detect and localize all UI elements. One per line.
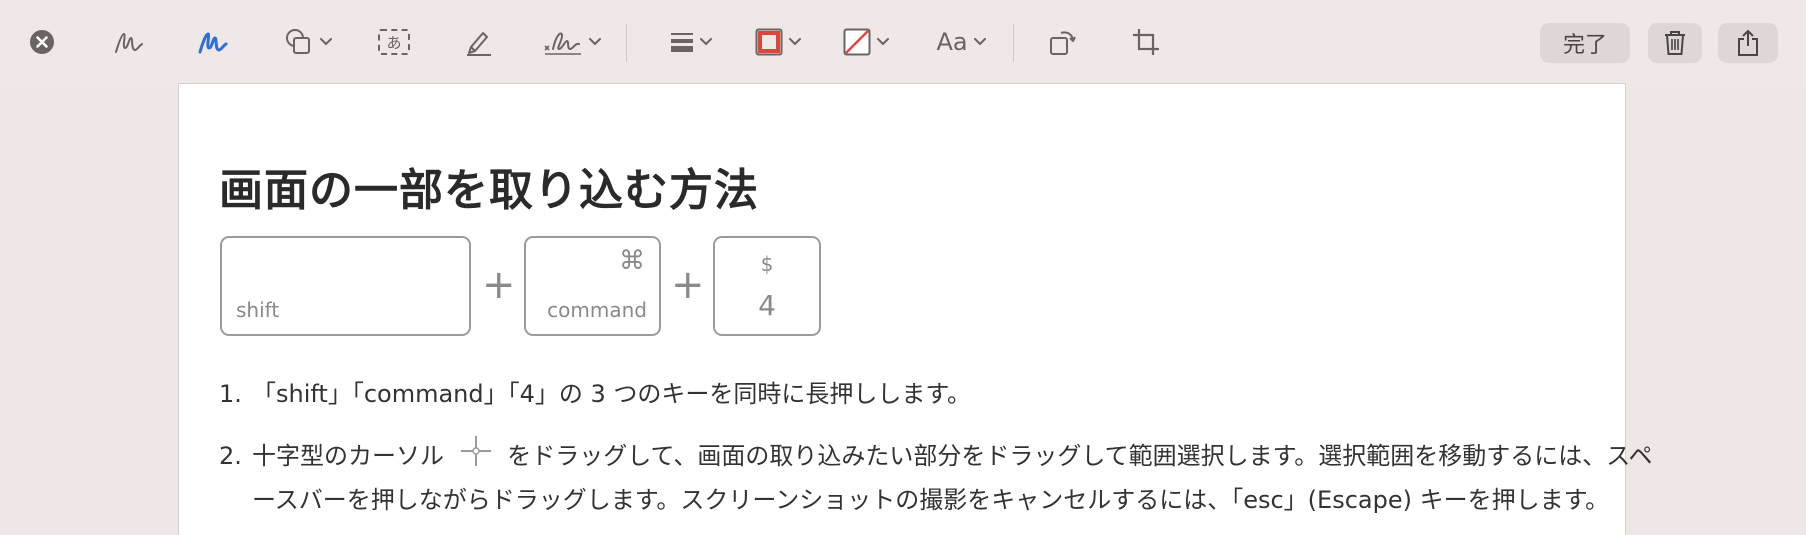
- fill-color-icon: [843, 28, 871, 56]
- text-style-icon: Aa: [936, 28, 968, 56]
- plus-sign: +: [482, 262, 516, 308]
- list-number: 2.: [219, 442, 242, 470]
- command-symbol-icon: ⌘: [619, 246, 645, 276]
- chevron-down-icon: [700, 38, 712, 46]
- border-color-button[interactable]: [750, 22, 806, 62]
- draw-icon: [198, 32, 228, 54]
- list-text: 「shift」「command」「4」の 3 つのキーを同時に長押しします。: [252, 380, 972, 408]
- trash-icon: [1665, 31, 1685, 55]
- chevron-down-icon: [877, 38, 889, 46]
- chevron-down-icon: [589, 38, 601, 46]
- list-item: 2. 十字型のカーソル をドラッグして、画面の取り込みたい部分をドラッグして範囲選…: [219, 434, 1653, 514]
- markup-toolbar: あ Aa 完了: [0, 0, 1806, 84]
- page-title: 画面の一部を取り込む方法: [219, 165, 759, 216]
- close-button[interactable]: [22, 22, 62, 62]
- fill-color-button[interactable]: [838, 22, 894, 62]
- delete-button[interactable]: [1648, 23, 1702, 63]
- crop-icon: [1133, 29, 1159, 55]
- highlight-button[interactable]: [458, 22, 498, 62]
- keycap-4: $ 4: [713, 236, 821, 336]
- list-number: 1.: [219, 380, 242, 408]
- line-style-icon: [671, 33, 693, 52]
- chevron-down-icon: [789, 38, 801, 46]
- highlight-icon: [467, 32, 491, 56]
- signature-icon: [544, 32, 581, 55]
- list-item: 1. 「shift」「command」「4」の 3 つのキーを同時に長押しします。: [219, 374, 971, 409]
- crop-button[interactable]: [1126, 22, 1166, 62]
- keycap-command: ⌘ command: [524, 236, 661, 336]
- list-text: をドラッグして、画面の取り込みたい部分をドラッグして範囲選択します。選択範囲を移…: [507, 442, 1653, 470]
- text-style-button[interactable]: Aa: [930, 22, 992, 62]
- signature-button[interactable]: [540, 22, 604, 62]
- rotate-button[interactable]: [1042, 22, 1082, 62]
- chevron-down-icon: [973, 38, 986, 46]
- keycap-symbol: $: [760, 252, 774, 276]
- sketch-tool-button[interactable]: [108, 22, 150, 62]
- list-text: 十字型のカーソル: [252, 442, 444, 470]
- done-button[interactable]: 完了: [1540, 23, 1630, 63]
- draw-tool-button[interactable]: [192, 22, 234, 62]
- list-text: ースバーを押しながらドラッグします。スクリーンショットの撮影をキャンセルするには…: [252, 486, 1610, 514]
- keycap-label: shift: [236, 298, 280, 322]
- border-color-icon: [755, 28, 783, 56]
- share-icon: [1738, 30, 1758, 56]
- close-circle-icon: [30, 30, 54, 54]
- document-page: 画面の一部を取り込む方法 shift + ⌘ command + $ 4 1. 「…: [178, 83, 1653, 535]
- keycap-label: command: [547, 298, 647, 322]
- plus-sign: +: [671, 262, 705, 308]
- share-button[interactable]: [1718, 23, 1778, 63]
- sketch-icon: [115, 32, 143, 53]
- chevron-down-icon: [320, 38, 332, 46]
- toolbar-separator: [1013, 24, 1014, 62]
- shapes-icon: [286, 29, 310, 54]
- rotate-icon: [1050, 31, 1076, 55]
- keycap-label: 4: [758, 289, 776, 322]
- text-box-icon: あ: [378, 29, 410, 55]
- text-box-button[interactable]: あ: [374, 22, 414, 62]
- toolbar-separator: [626, 24, 627, 62]
- crosshair-cursor-icon: [460, 436, 491, 466]
- keycap-shift: shift: [220, 236, 471, 336]
- shapes-button[interactable]: [278, 22, 338, 62]
- line-style-button[interactable]: [664, 22, 718, 62]
